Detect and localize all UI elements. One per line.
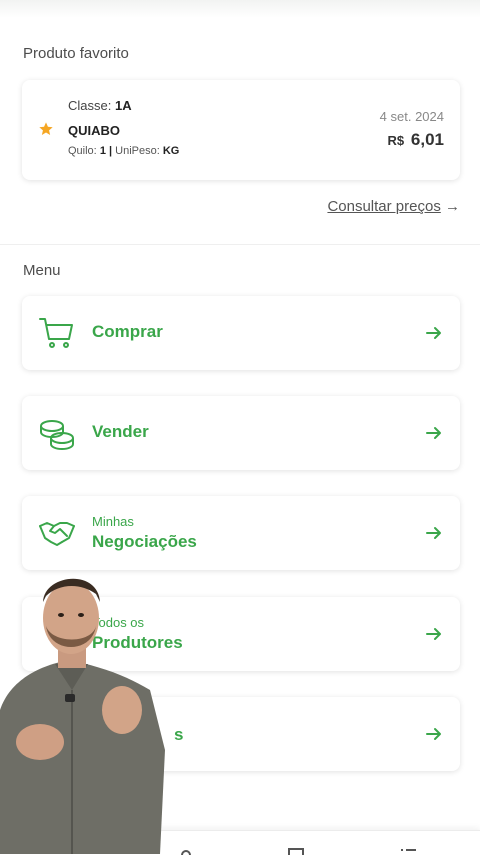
menu-item-negociacoes[interactable]: Minhas Negociações — [22, 496, 460, 570]
menu-item-vender[interactable]: Vender — [22, 396, 460, 470]
arrow-right-icon — [426, 327, 441, 339]
section-divider — [0, 244, 480, 245]
menu-item-label: Vender — [92, 422, 149, 441]
menu-item-label: Negociações — [92, 532, 197, 551]
coins-icon — [40, 420, 74, 451]
arrow-right-icon — [426, 628, 441, 640]
arrow-right-icon — [426, 427, 441, 439]
unit-label: Quilo: — [68, 145, 97, 157]
cart-icon — [39, 318, 73, 348]
arrow-right-icon: → — [445, 198, 460, 215]
top-status-bar — [0, 0, 480, 18]
price-date: 4 set. 2024 — [379, 109, 444, 124]
arrow-right-icon — [426, 728, 441, 740]
menu-section-title: Menu — [23, 262, 61, 279]
menu-item-sublabel: Minhas — [92, 514, 134, 529]
consult-prices-link[interactable]: Consultar preços → — [327, 198, 460, 215]
product-name: QUIABO — [68, 123, 120, 138]
arrow-right-icon — [426, 527, 441, 539]
favorite-section-title: Produto favorito — [23, 45, 129, 62]
consult-prices-label: Consultar preços — [327, 198, 441, 215]
unit-value: 1 — [99, 145, 106, 157]
presenter-video-overlay — [0, 578, 165, 854]
menu-item-comprar[interactable]: Comprar — [22, 296, 460, 370]
menu-item-label: Comprar — [92, 322, 163, 341]
price-value: 6,01 — [410, 130, 444, 149]
star-icon[interactable] — [38, 121, 54, 137]
favorite-product-card[interactable]: Classe: 1A QUIABO Quilo: 1 | UniPeso: KG… — [22, 80, 460, 180]
unipeso-label: UniPeso: — [115, 145, 160, 157]
price-currency: R$ — [387, 133, 405, 148]
unit-separator: | — [109, 145, 113, 157]
product-class: Classe: 1A — [68, 98, 132, 113]
product-price: R$ 6,01 — [388, 130, 444, 150]
handshake-icon — [39, 522, 75, 546]
class-value: 1A — [114, 98, 132, 113]
class-label: Classe: — [68, 98, 112, 113]
unipeso-value: KG — [162, 145, 180, 157]
product-unit-info: Quilo: 1 | UniPeso: KG — [68, 145, 179, 157]
